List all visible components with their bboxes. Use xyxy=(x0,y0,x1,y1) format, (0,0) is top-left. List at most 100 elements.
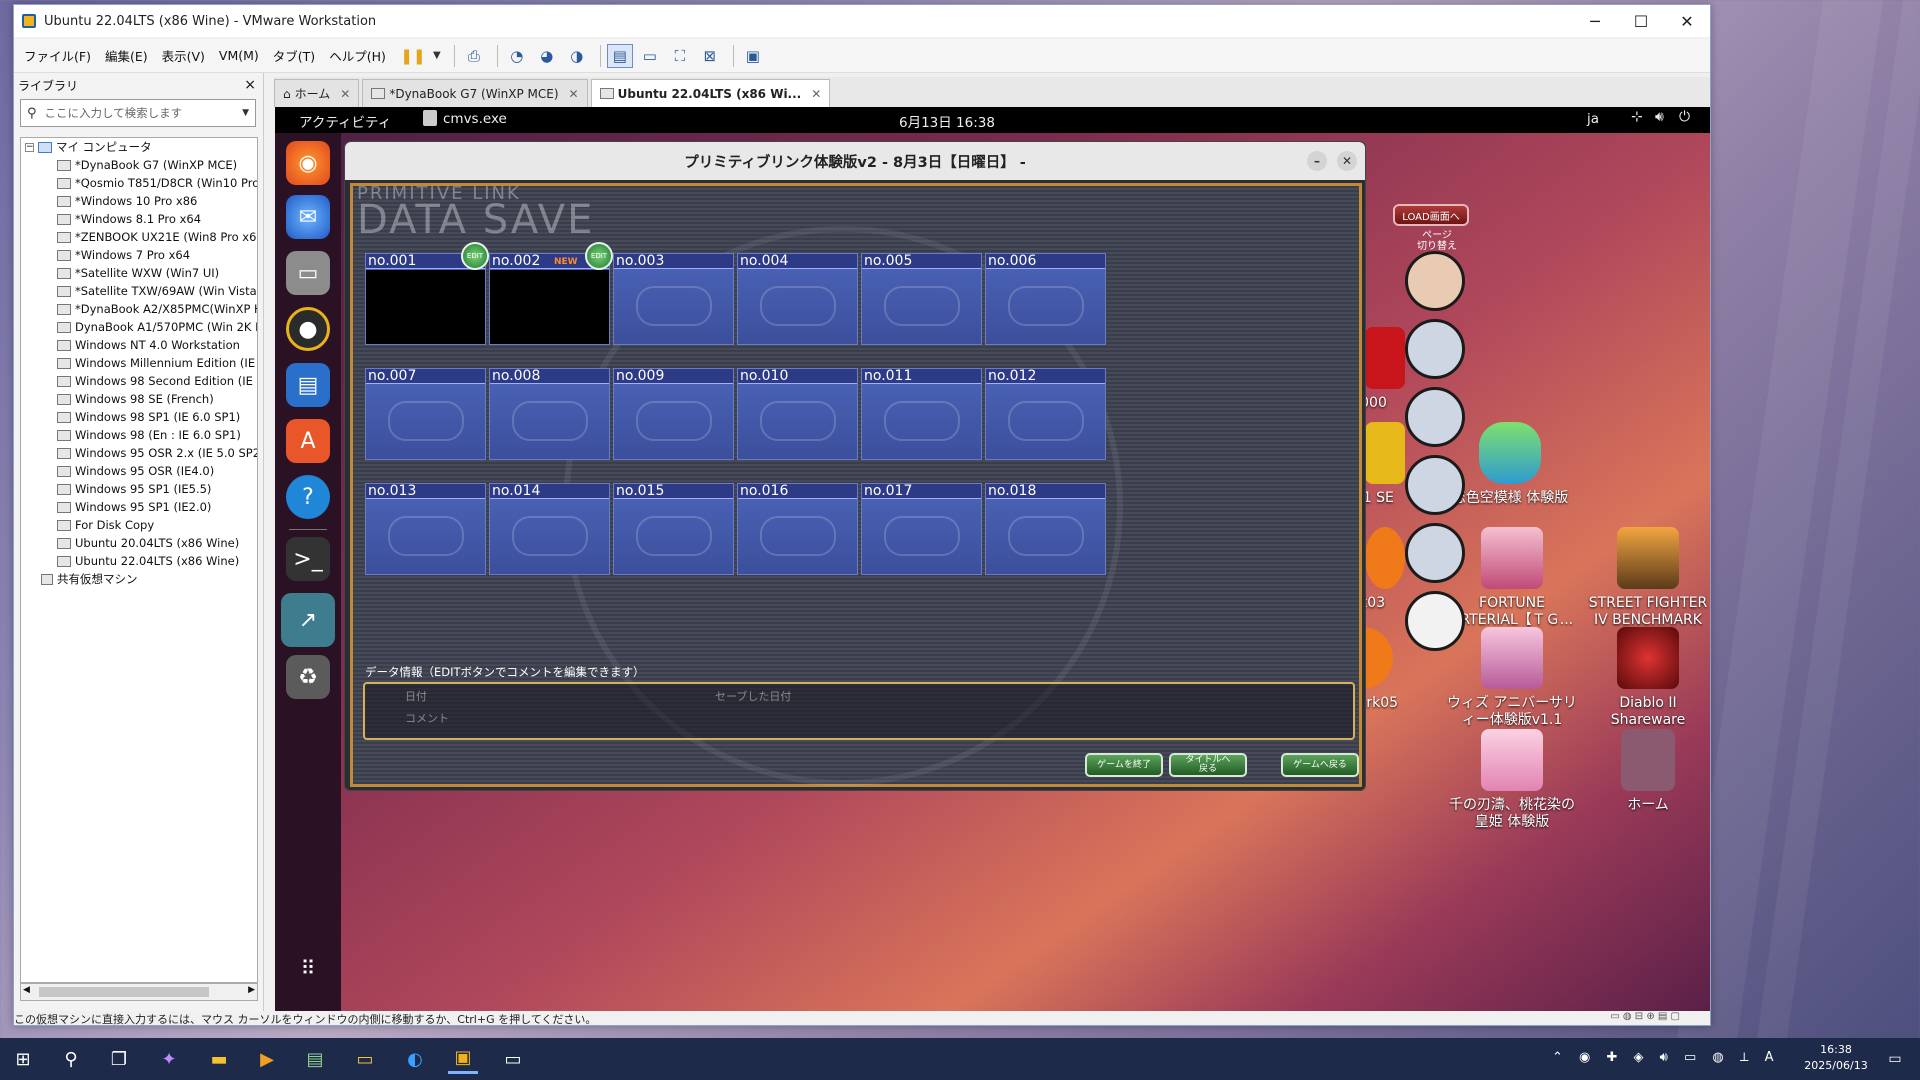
save-slot[interactable]: no.003 xyxy=(613,253,734,345)
save-slot[interactable]: no.010 xyxy=(737,368,858,460)
library-close-button[interactable]: × xyxy=(244,77,256,93)
save-slot[interactable]: no.008 xyxy=(489,368,610,460)
rhythmbox-icon[interactable]: ● xyxy=(286,307,330,351)
vmware-taskbar-icon[interactable]: ▣ xyxy=(448,1044,478,1074)
activities-button[interactable]: アクティビティ xyxy=(299,111,391,131)
scroll-thumb[interactable] xyxy=(39,987,209,997)
send-keys-icon[interactable]: ⎙ xyxy=(461,44,487,68)
files-icon[interactable]: ▭ xyxy=(286,251,330,295)
page-4-character-button[interactable] xyxy=(1405,455,1465,515)
system-tray-icons[interactable]: ⌃ ◉ ✚ ◈ 🔊︎ ▭ ◍ ⟂ A xyxy=(1552,1050,1780,1065)
maximize-button[interactable]: ☐ xyxy=(1618,5,1664,37)
menu-tab[interactable]: タブ(T) xyxy=(273,46,315,65)
tree-item-vm[interactable]: *DynaBook G7 (WinXP MCE) xyxy=(21,156,257,174)
tree-item-vm[interactable]: Windows 98 (En : IE 6.0 SP1) xyxy=(21,426,257,444)
clock[interactable]: 6月13日 16:38 xyxy=(899,111,995,131)
page-2-character-button[interactable] xyxy=(1405,319,1465,379)
tab-home[interactable]: ⌂ ホーム ✕ xyxy=(274,79,360,107)
save-slot[interactable]: no.011 xyxy=(861,368,982,460)
file-manager-icon[interactable]: ▤ xyxy=(300,1044,330,1074)
file-explorer-icon[interactable]: ▬ xyxy=(204,1044,234,1074)
chevron-down-icon[interactable]: ▼ xyxy=(430,44,444,68)
save-slot[interactable]: no.013 xyxy=(365,483,486,575)
tree-item-vm[interactable]: *Windows 8.1 Pro x64 xyxy=(21,210,257,228)
pause-icon[interactable]: ❚❚ xyxy=(400,44,426,68)
snapshot-manager-icon[interactable]: ◑ xyxy=(564,44,590,68)
chevron-down-icon[interactable]: ▼ xyxy=(242,108,249,118)
page-5-character-button[interactable] xyxy=(1405,523,1465,583)
tree-item-vm[interactable]: Windows NT 4.0 Workstation xyxy=(21,336,257,354)
unity-icon[interactable]: ⊠ xyxy=(697,44,723,68)
tree-shared[interactable]: 共有仮想マシン xyxy=(21,570,257,588)
desktop-icon[interactable]: STREET FIGHTER IV BENCHMARK xyxy=(1583,527,1710,629)
taskbar-clock[interactable]: 16:38 2025/06/13 xyxy=(1796,1042,1876,1074)
search-icon[interactable]: ⚲ xyxy=(56,1044,86,1074)
desktop-icon[interactable]: FORTUNE ARTERIAL【ＴＧ... xyxy=(1447,527,1577,629)
save-slot[interactable]: no.005 xyxy=(861,253,982,345)
tree-item-vm[interactable]: DynaBook A1/570PMC (Win 2K P xyxy=(21,318,257,336)
help-icon[interactable]: ? xyxy=(286,475,330,519)
save-slot[interactable]: no.004 xyxy=(737,253,858,345)
tab-close-icon[interactable]: ✕ xyxy=(340,87,350,101)
power-icon[interactable]: ⏻ xyxy=(1679,109,1690,125)
console-view-icon[interactable]: ▣ xyxy=(740,44,766,68)
revert-snapshot-icon[interactable]: ◕ xyxy=(534,44,560,68)
tree-item-vm[interactable]: Windows 98 SE (French) xyxy=(21,390,257,408)
page-1-character-button[interactable] xyxy=(1405,251,1465,311)
page-3-character-button[interactable] xyxy=(1405,387,1465,447)
menu-file[interactable]: ファイル(F) xyxy=(24,46,91,65)
writer-icon[interactable]: ▤ xyxy=(286,363,330,407)
tree-item-vm[interactable]: Ubuntu 20.04LTS (x86 Wine) xyxy=(21,534,257,552)
folder-icon[interactable]: ▭ xyxy=(350,1044,380,1074)
save-slot[interactable]: no.001 EDIT xyxy=(365,242,489,345)
tree-item-vm[interactable]: Windows 95 OSR (IE4.0) xyxy=(21,462,257,480)
library-horizontal-scrollbar[interactable]: ◀ ▶ xyxy=(20,983,258,1001)
save-slot[interactable]: no.016 xyxy=(737,483,858,575)
edit-comment-button[interactable]: EDIT xyxy=(585,242,613,270)
save-slot[interactable]: no.002 EDIT NEW xyxy=(489,242,613,345)
back-to-title-button[interactable]: タイトルへ 戻る xyxy=(1169,753,1247,777)
terminal-taskbar-icon[interactable]: ▭ xyxy=(498,1044,528,1074)
menu-view[interactable]: 表示(V) xyxy=(162,46,205,65)
tab-ubuntu[interactable]: Ubuntu 22.04LTS (x86 Wi... ✕ xyxy=(590,79,831,107)
tree-item-vm[interactable]: Windows 95 OSR 2.x (IE 5.0 SP2) xyxy=(21,444,257,462)
return-to-game-button[interactable]: ゲームへ戻る xyxy=(1281,753,1359,777)
firefox-icon[interactable]: ◉ xyxy=(286,141,330,185)
scroll-right-icon[interactable]: ▶ xyxy=(248,985,255,995)
save-slot[interactable]: no.006 xyxy=(985,253,1106,345)
snapshot-icon[interactable]: ◔ xyxy=(504,44,530,68)
save-slot[interactable]: no.017 xyxy=(861,483,982,575)
menu-edit[interactable]: 編集(E) xyxy=(105,46,148,65)
show-apps-icon[interactable]: ⠿ xyxy=(286,946,330,990)
save-slot[interactable]: no.009 xyxy=(613,368,734,460)
tab-dynabook[interactable]: *DynaBook G7 (WinXP MCE) ✕ xyxy=(362,79,588,107)
show-library-icon[interactable]: ▤ xyxy=(606,43,633,68)
tree-item-vm[interactable]: Windows Millennium Edition (IE xyxy=(21,354,257,372)
tree-item-vm[interactable]: For Disk Copy xyxy=(21,516,257,534)
tree-item-vm[interactable]: *Qosmio T851/D8CR (Win10 Pro xyxy=(21,174,257,192)
edit-comment-button[interactable]: EDIT xyxy=(461,242,489,270)
active-app-name[interactable]: cmvs.exe xyxy=(443,111,507,127)
thunderbird-icon[interactable]: ✉ xyxy=(286,195,330,239)
menu-vm[interactable]: VM(M) xyxy=(219,48,259,63)
input-language[interactable]: ja xyxy=(1587,111,1599,127)
desktop-icon[interactable]: 千の刃濤、桃花染の皇姫 体験版 xyxy=(1447,729,1577,831)
media-player-icon[interactable]: ▶ xyxy=(252,1044,282,1074)
save-slot[interactable]: no.007 xyxy=(365,368,486,460)
tree-item-vm[interactable]: *Satellite WXW (Win7 UI) xyxy=(21,264,257,282)
cmvs-app-icon[interactable]: ↗ xyxy=(281,593,335,647)
scroll-left-icon[interactable]: ◀ xyxy=(23,985,30,995)
page-6-character-button[interactable] xyxy=(1405,591,1465,651)
edge-icon[interactable]: ◐ xyxy=(400,1044,430,1074)
tree-item-vm[interactable]: *DynaBook A2/X85PMC(WinXP H xyxy=(21,300,257,318)
terminal-icon[interactable]: >_ xyxy=(286,537,330,581)
save-slot[interactable]: no.018 xyxy=(985,483,1106,575)
tree-item-vm[interactable]: Windows 95 SP1 (IE2.0) xyxy=(21,498,257,516)
desktop-icon[interactable]: ウィズ アニバーサリィー体験版v1.1 xyxy=(1447,627,1577,729)
device-status-icons[interactable]: ▭ ◍ ⊟ ⊕ ▤ ▢ xyxy=(1610,1011,1680,1022)
tree-item-vm[interactable]: Windows 98 Second Edition (IE 6 xyxy=(21,372,257,390)
notification-icon[interactable]: ▭ xyxy=(1880,1044,1910,1074)
network-icon[interactable]: ⊹ xyxy=(1631,109,1643,125)
tree-item-vm[interactable]: Windows 95 SP1 (IE5.5) xyxy=(21,480,257,498)
copilot-icon[interactable]: ✦ xyxy=(154,1044,184,1074)
